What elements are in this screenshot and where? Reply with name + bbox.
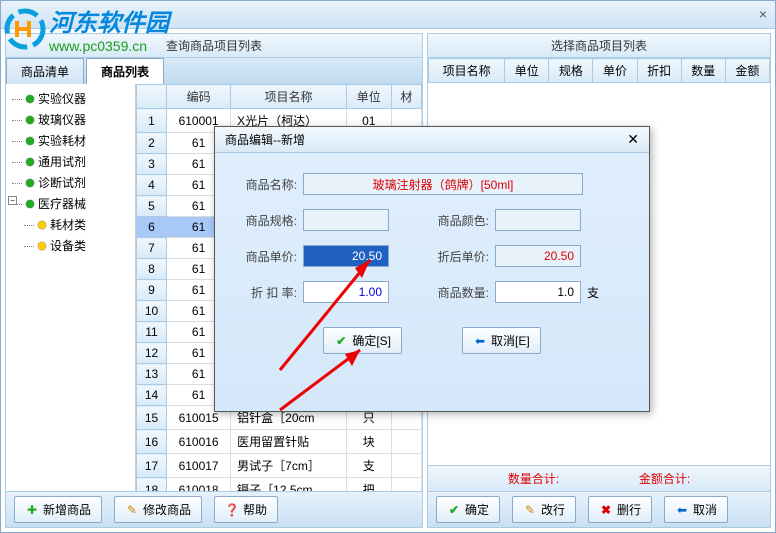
pencil-icon: ✎ (125, 503, 139, 517)
bullet-icon (38, 221, 46, 229)
collapse-icon[interactable]: − (8, 196, 17, 205)
input-qty[interactable] (495, 281, 581, 303)
ok-button[interactable]: ✔确定 (436, 496, 500, 523)
exit-icon: ⬅ (473, 334, 487, 348)
col-amount[interactable]: 金额 (725, 59, 769, 83)
dialog-title-text: 商品编辑--新增 (225, 131, 305, 148)
table-row[interactable]: 17610017男试子［7cm］支 (137, 454, 422, 478)
check-icon: ✔ (447, 503, 461, 517)
check-icon: ✔ (334, 334, 348, 348)
dialog-close-icon[interactable]: ✕ (627, 131, 639, 148)
input-color[interactable] (495, 209, 581, 231)
bullet-icon (26, 95, 34, 103)
bullet-icon (38, 242, 46, 250)
bullet-icon (26, 116, 34, 124)
grid-header-unit[interactable]: 单位 (346, 85, 391, 109)
grid-header-code[interactable]: 编码 (167, 85, 231, 109)
right-button-bar: ✔确定 ✎改行 ✖删行 ⬅取消 (428, 491, 770, 527)
tree-node[interactable]: 耗材类 (22, 214, 131, 235)
label-color: 商品颜色: (431, 212, 489, 229)
label-price: 商品单价: (239, 248, 297, 265)
grid-header-rownum (137, 85, 167, 109)
qty-unit: 支 (587, 284, 599, 301)
table-row[interactable]: 16610016医用留置针贴块 (137, 430, 422, 454)
tree-node[interactable]: 实验仪器 (10, 88, 131, 109)
right-panel-header: 选择商品项目列表 (428, 34, 770, 58)
product-edit-dialog: 商品编辑--新增 ✕ 商品名称: 商品规格: 商品颜色: 商品单价: 折后单价:… (214, 126, 650, 412)
cancel-button[interactable]: ⬅取消 (664, 496, 728, 523)
col-price[interactable]: 单价 (593, 59, 637, 83)
input-discount-price[interactable] (495, 245, 581, 267)
dialog-cancel-button[interactable]: ⬅取消[E] (462, 327, 541, 354)
bullet-icon (26, 179, 34, 187)
bullet-icon (26, 200, 34, 208)
grid-header-ext[interactable]: 材 (391, 85, 421, 109)
input-product-name[interactable] (303, 173, 583, 195)
x-icon: ✖ (599, 503, 613, 517)
dialog-ok-button[interactable]: ✔确定[S] (323, 327, 402, 354)
label-discount-price: 折后单价: (431, 248, 489, 265)
watermark-url: www.pc0359.cn (49, 38, 169, 54)
pencil-icon: ✎ (523, 503, 537, 517)
label-spec: 商品规格: (239, 212, 297, 229)
col-qty[interactable]: 数量 (681, 59, 725, 83)
tree-node[interactable]: 实验耗材 (10, 130, 131, 151)
dialog-title-bar[interactable]: 商品编辑--新增 ✕ (215, 127, 649, 153)
watermark: 河东软件园 www.pc0359.cn (1, 3, 169, 54)
table-row[interactable]: 18610018镊子［12.5cm把 (137, 478, 422, 492)
qty-total-label: 数量合计: (508, 470, 559, 487)
delete-row-button[interactable]: ✖删行 (588, 496, 652, 523)
tree-node[interactable]: 通用试剂 (10, 151, 131, 172)
window-close-icon[interactable]: × (759, 6, 767, 22)
logo-icon (1, 5, 49, 53)
input-discount-rate[interactable] (303, 281, 389, 303)
col-spec[interactable]: 规格 (549, 59, 593, 83)
amount-total-label: 金额合计: (639, 470, 690, 487)
edit-product-button[interactable]: ✎修改商品 (114, 496, 202, 523)
label-product-name: 商品名称: (239, 176, 297, 193)
left-button-bar: ✚新增商品 ✎修改商品 ❓帮助 (6, 491, 422, 527)
tree-node[interactable]: 诊断试剂 (10, 172, 131, 193)
input-price[interactable] (303, 245, 389, 267)
tree-node-expanded[interactable]: −医疗器械 (10, 193, 131, 214)
add-product-button[interactable]: ✚新增商品 (14, 496, 102, 523)
help-icon: ❓ (225, 503, 239, 517)
col-unit[interactable]: 单位 (505, 59, 549, 83)
bullet-icon (26, 158, 34, 166)
help-button[interactable]: ❓帮助 (214, 496, 278, 523)
input-spec[interactable] (303, 209, 389, 231)
label-qty: 商品数量: (431, 284, 489, 301)
plus-icon: ✚ (25, 503, 39, 517)
tab-product-items[interactable]: 商品列表 (86, 58, 164, 84)
category-tree[interactable]: 实验仪器 玻璃仪器 实验耗材 通用试剂 诊断试剂 −医疗器械 耗材类 设备类 (6, 84, 136, 491)
tab-strip: 商品清单 商品列表 (6, 58, 422, 84)
grid-header-name[interactable]: 项目名称 (231, 85, 347, 109)
tab-product-list[interactable]: 商品清单 (6, 58, 84, 84)
col-discount[interactable]: 折扣 (637, 59, 681, 83)
watermark-title: 河东软件园 (49, 3, 169, 38)
exit-icon: ⬅ (675, 503, 689, 517)
modify-row-button[interactable]: ✎改行 (512, 496, 576, 523)
label-discount-rate: 折 扣 率: (239, 284, 297, 301)
col-name[interactable]: 项目名称 (429, 59, 505, 83)
tree-node[interactable]: 玻璃仪器 (10, 109, 131, 130)
bullet-icon (26, 137, 34, 145)
summary-bar: 数量合计: 金额合计: (428, 465, 770, 491)
tree-node[interactable]: 设备类 (22, 235, 131, 256)
